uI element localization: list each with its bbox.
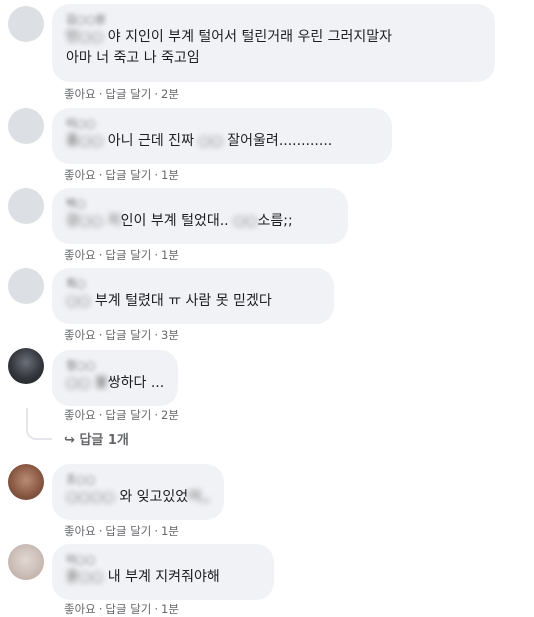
like-button[interactable]: 좋아요: [64, 523, 96, 539]
reply-button[interactable]: 답글 달기: [105, 86, 151, 102]
timestamp[interactable]: 2분: [161, 86, 179, 102]
comment-author[interactable]: 이○○: [66, 117, 378, 131]
comment-actions: 좋아요 · 답글 달기 · 1분: [64, 601, 179, 617]
avatar[interactable]: [8, 6, 44, 42]
timestamp[interactable]: 1분: [161, 601, 179, 617]
comment-author[interactable]: 김○○원: [66, 13, 481, 27]
comment-actions: 좋아요 · 답글 달기 · 1분: [64, 167, 179, 183]
comment-bubble: 정○○ ○○ 불쌍하다 ...: [52, 350, 178, 406]
like-button[interactable]: 좋아요: [64, 601, 96, 617]
avatar[interactable]: [8, 544, 44, 580]
avatar[interactable]: [8, 188, 44, 224]
reply-thread-line: [26, 408, 52, 440]
comment-bubble: 최○ ○○ 부계 털렸대 ㅠ 사람 못 믿겠다: [52, 268, 334, 324]
timestamp[interactable]: 2분: [161, 407, 179, 423]
comment-bubble: 김○○원 민○○ 야 지인이 부계 털어서 털린거래 우린 그러지말자 아마 너…: [52, 4, 495, 82]
timestamp[interactable]: 3분: [161, 327, 179, 343]
comment-text: 홍○○ 아니 근데 진짜 ○○ 잘어울려............: [66, 133, 333, 149]
avatar[interactable]: [8, 268, 44, 304]
reply-button[interactable]: 답글 달기: [105, 523, 151, 539]
blurred-name: 홍○○: [66, 133, 104, 149]
comment-actions: 좋아요 · 답글 달기 · 1분: [64, 247, 179, 263]
like-button[interactable]: 좋아요: [64, 247, 96, 263]
comment-text: 강○○ 지인이 부계 털었대.. ○○소름;;: [66, 213, 293, 229]
comment-text: ○○ 부계 털렸대 ㅠ 사람 못 믿겠다: [66, 293, 272, 309]
comment-author[interactable]: 최○: [66, 277, 320, 291]
comment-actions: 좋아요 · 답글 달기 · 2분: [64, 407, 179, 423]
blurred-name: 민○○: [66, 29, 104, 45]
comment-author[interactable]: 정○○: [66, 359, 164, 373]
like-button[interactable]: 좋아요: [64, 86, 96, 102]
timestamp[interactable]: 1분: [161, 167, 179, 183]
comment-actions: 좋아요 · 답글 달기 · 2분: [64, 86, 179, 102]
timestamp[interactable]: 1분: [161, 247, 179, 263]
like-button[interactable]: 좋아요: [64, 407, 96, 423]
comment-text: ○○ 불쌍하다 ...: [66, 375, 165, 391]
comment-text: 윤○○ 내 부계 지켜줘야해: [66, 569, 220, 585]
avatar[interactable]: [8, 348, 44, 384]
reply-arrow-icon: ↪: [64, 433, 75, 448]
blurred-name: ○○: [66, 293, 91, 309]
comment-author[interactable]: 이○○: [66, 553, 260, 567]
comment-actions: 좋아요 · 답글 달기 · 1분: [64, 523, 179, 539]
like-button[interactable]: 좋아요: [64, 327, 96, 343]
avatar[interactable]: [8, 464, 44, 500]
comment-author[interactable]: 조○○: [66, 473, 210, 487]
reply-button[interactable]: 답글 달기: [105, 601, 151, 617]
blurred-name: ○○○○: [66, 489, 115, 505]
comment-bubble: 조○○ ○○○○ 와 잊고있었어,,: [52, 464, 224, 520]
like-button[interactable]: 좋아요: [64, 167, 96, 183]
comment-bubble: 이○○ 윤○○ 내 부계 지켜줘야해: [52, 544, 274, 600]
blurred-name: 강○○ 지: [66, 213, 121, 229]
comment-bubble: 박○ 강○○ 지인이 부계 털었대.. ○○소름;;: [52, 188, 348, 244]
blurred-name: 윤○○: [66, 569, 104, 585]
reply-button[interactable]: 답글 달기: [105, 327, 151, 343]
comment-text: 민○○ 야 지인이 부계 털어서 털린거래 우린 그러지말자: [66, 29, 393, 45]
timestamp[interactable]: 1분: [161, 523, 179, 539]
view-replies-link[interactable]: ↪ 답글 1개: [64, 432, 129, 450]
blurred-text: 어,,: [188, 489, 210, 505]
reply-button[interactable]: 답글 달기: [105, 167, 151, 183]
reply-button[interactable]: 답글 달기: [105, 407, 151, 423]
comment-bubble: 이○○ 홍○○ 아니 근데 진짜 ○○ 잘어울려............: [52, 108, 392, 164]
comment-author[interactable]: 박○: [66, 197, 334, 211]
blurred-name: ○○: [198, 133, 223, 149]
comment-actions: 좋아요 · 답글 달기 · 3분: [64, 327, 179, 343]
reply-button[interactable]: 답글 달기: [105, 247, 151, 263]
blurred-name: ○○ 불: [66, 375, 108, 391]
blurred-name: ○○: [233, 213, 258, 229]
comment-text: ○○○○ 와 잊고있었어,,: [66, 489, 210, 505]
avatar[interactable]: [8, 108, 44, 144]
comment-text-line2: 아마 너 죽고 나 죽고임: [66, 50, 200, 66]
